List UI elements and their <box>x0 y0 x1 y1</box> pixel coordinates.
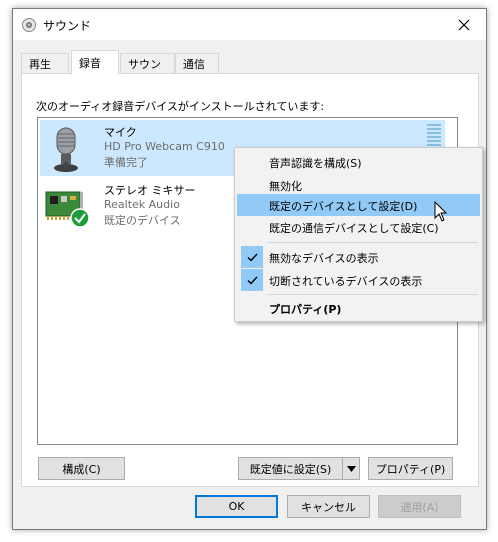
microphone-icon <box>54 127 78 172</box>
configure-button[interactable]: 構成(C) <box>38 457 125 480</box>
mouse-cursor-icon <box>434 201 448 222</box>
chevron-down-icon <box>346 465 356 472</box>
device-status: 準備完了 <box>104 156 148 169</box>
speaker-icon <box>22 18 36 32</box>
device-status: 既定のデバイス <box>104 214 181 227</box>
properties-button[interactable]: プロパティ(P) <box>368 457 453 480</box>
tab-recording[interactable]: 録音 <box>71 50 119 75</box>
tab-sounds[interactable]: サウンド <box>120 53 175 87</box>
close-icon <box>458 19 470 30</box>
menu-item-label: 無効なデバイスの表示 <box>269 252 379 265</box>
tab-communications[interactable]: 通信 <box>175 53 219 74</box>
menu-item-disable[interactable]: 無効化 <box>237 174 480 196</box>
menu-item-configure-speech[interactable]: 音声認識を構成(S) <box>237 151 480 173</box>
menu-item-label: プロパティ(P) <box>269 303 342 316</box>
device-name: ステレオ ミキサー <box>104 184 196 197</box>
menu-separator <box>267 242 478 243</box>
default-check-icon <box>70 208 90 228</box>
tab-playback[interactable]: 再生 <box>21 53 69 74</box>
menu-item-label: 音声認識を構成(S) <box>269 157 362 170</box>
checkmark-icon <box>241 269 263 291</box>
device-name: マイク <box>104 126 137 139</box>
menu-separator <box>267 294 478 295</box>
context-menu: 音声認識を構成(S) 無効化 既定のデバイスとして設定(D) 既定の通信デバイス… <box>234 147 483 322</box>
menu-item-label: 既定のデバイスとして設定(D) <box>269 200 418 213</box>
menu-item-label: 既定の通信デバイスとして設定(C) <box>269 222 439 235</box>
menu-item-label: 無効化 <box>269 180 302 193</box>
apply-button[interactable]: 適用(A) <box>378 495 461 518</box>
device-model: HD Pro Webcam C910 <box>104 140 225 153</box>
title-bar[interactable]: サウンド <box>13 9 486 40</box>
set-default-dropdown[interactable] <box>342 457 360 480</box>
set-default-button[interactable]: 既定値に設定(S) <box>238 457 343 480</box>
device-model: Realtek Audio <box>104 198 180 211</box>
checkmark-icon <box>241 246 263 268</box>
cancel-button[interactable]: キャンセル <box>287 495 370 518</box>
menu-item-label: 切断されているデバイスの表示 <box>269 275 423 288</box>
ok-button[interactable]: OK <box>195 495 278 518</box>
menu-item-properties[interactable]: プロパティ(P) <box>237 297 480 319</box>
instruction-text: 次のオーディオ録音デバイスがインストールされています: <box>36 100 325 113</box>
menu-item-show-disconnected[interactable]: 切断されているデバイスの表示 <box>237 269 480 291</box>
window-title: サウンド <box>43 19 92 33</box>
menu-item-show-disabled[interactable]: 無効なデバイスの表示 <box>237 246 480 268</box>
close-button[interactable] <box>442 9 486 40</box>
